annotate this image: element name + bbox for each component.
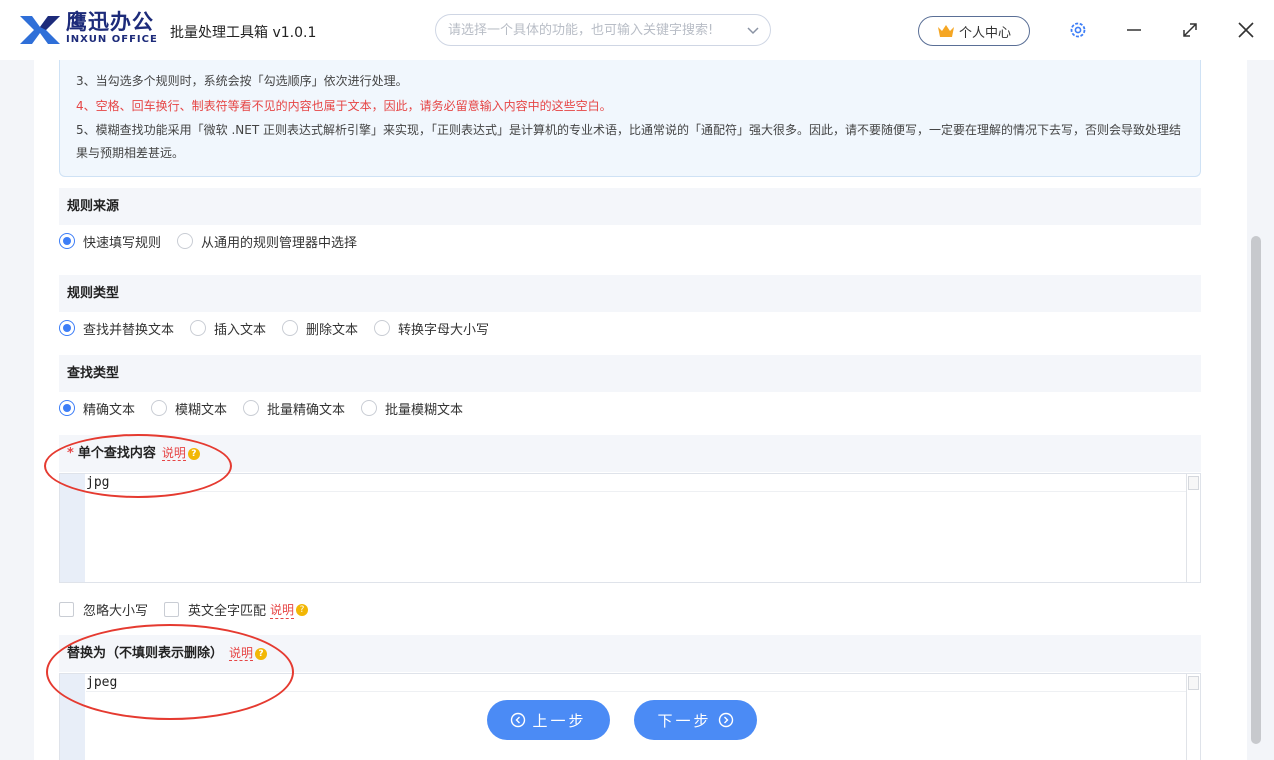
search-input[interactable] xyxy=(448,15,738,45)
checkbox-box[interactable] xyxy=(59,602,74,617)
rule-source-options: 快速填写规则 从通用的规则管理器中选择 xyxy=(59,231,373,251)
radio-checked[interactable] xyxy=(59,400,75,416)
page-scrollbar-thumb[interactable] xyxy=(1251,236,1261,744)
note-4: 4、空格、回车换行、制表符等看不见的内容也属于文本，因此，请务必留意输入内容中的… xyxy=(76,99,612,113)
editor-scrollbar[interactable] xyxy=(1186,674,1200,760)
radio-checked[interactable] xyxy=(59,320,75,336)
radio-label: 模糊文本 xyxy=(175,402,228,418)
radio-rule-manager[interactable]: 从通用的规则管理器中选择 xyxy=(177,232,357,251)
next-step-button[interactable]: 下一步 xyxy=(634,700,757,740)
radio-batch-fuzzy[interactable]: 批量模糊文本 xyxy=(361,399,463,418)
radio-find-replace[interactable]: 查找并替换文本 xyxy=(59,319,174,338)
radio-unchecked[interactable] xyxy=(374,320,391,336)
radio-checked[interactable] xyxy=(59,233,75,249)
find-type-heading: 查找类型 xyxy=(59,355,1201,392)
user-center-button[interactable]: 个人中心 xyxy=(918,16,1030,46)
chevron-down-icon[interactable] xyxy=(746,23,760,37)
brand: 鹰迅办公 INXUN OFFICE xyxy=(66,10,158,46)
close-icon[interactable] xyxy=(1236,20,1256,40)
radio-label: 精确文本 xyxy=(83,402,136,418)
note-3: 3、当勾选多个规则时，系统会按「勾选顺序」依次进行处理。 xyxy=(76,74,408,88)
brand-name-en: INXUN OFFICE xyxy=(66,34,158,45)
user-center-label: 个人中心 xyxy=(958,25,1011,41)
arrow-left-circle-icon xyxy=(511,712,526,728)
checkbox-ignore-case[interactable]: 忽略大小写 xyxy=(59,600,148,619)
note-5-cont: 果与预期相差甚远。 xyxy=(76,146,185,160)
editor-scrollbar[interactable] xyxy=(1186,474,1200,582)
scrollbar-button[interactable] xyxy=(1188,476,1199,490)
radio-insert-text[interactable]: 插入文本 xyxy=(190,319,266,338)
next-step-label: 下一步 xyxy=(657,711,712,730)
radio-label: 从通用的规则管理器中选择 xyxy=(201,235,358,251)
rule-type-options: 查找并替换文本 插入文本 删除文本 转换字母大小写 xyxy=(59,318,505,338)
radio-fuzzy-text[interactable]: 模糊文本 xyxy=(151,399,227,418)
prev-step-label: 上一步 xyxy=(532,711,587,730)
notes-box: 3、当勾选多个规则时，系统会按「勾选顺序」依次进行处理。 4、空格、回车换行、制… xyxy=(59,60,1201,177)
find-content-editor[interactable]: jpg xyxy=(59,473,1201,583)
prev-step-button[interactable]: 上一步 xyxy=(487,700,610,740)
radio-unchecked[interactable] xyxy=(361,400,378,416)
radio-unchecked[interactable] xyxy=(177,233,194,249)
checkbox-label: 忽略大小写 xyxy=(83,604,149,619)
radio-batch-exact[interactable]: 批量精确文本 xyxy=(243,399,345,418)
radio-exact-text[interactable]: 精确文本 xyxy=(59,399,135,418)
help-link[interactable]: 说明 xyxy=(270,601,295,619)
radio-quick-rule[interactable]: 快速填写规则 xyxy=(59,232,161,251)
find-content-value[interactable]: jpg xyxy=(86,474,1186,492)
help-icon[interactable]: ? xyxy=(296,603,309,616)
note-5: 5、模糊查找功能采用「微软 .NET 正则表达式解析引擎」来实现，「正则表达式」… xyxy=(76,123,1181,137)
brand-name: 鹰迅办公 xyxy=(66,10,154,34)
radio-delete-text[interactable]: 删除文本 xyxy=(282,319,358,338)
settings-icon[interactable] xyxy=(1068,20,1088,40)
rule-source-heading: 规则来源 xyxy=(59,188,1201,225)
arrow-right-circle-icon xyxy=(718,712,733,728)
checkbox-whole-word[interactable]: 英文全字匹配 xyxy=(164,600,266,619)
title-bar: 鹰迅办公 INXUN OFFICE 批量处理工具箱 v1.0.1 个人中心 xyxy=(0,0,1274,60)
annotation-circle-find xyxy=(44,434,232,498)
minimize-icon[interactable] xyxy=(1124,20,1144,40)
radio-unchecked[interactable] xyxy=(151,400,168,416)
annotation-circle-replace xyxy=(46,624,294,720)
radio-label: 查找并替换文本 xyxy=(83,322,175,338)
function-search[interactable] xyxy=(435,14,771,46)
radio-label: 转换字母大小写 xyxy=(398,322,490,338)
radio-label: 删除文本 xyxy=(306,322,359,338)
find-type-options: 精确文本 模糊文本 批量精确文本 批量模糊文本 xyxy=(59,398,479,418)
checkbox-label: 英文全字匹配 xyxy=(188,604,267,619)
match-options: 忽略大小写 英文全字匹配 说明? xyxy=(59,600,309,619)
radio-label: 批量模糊文本 xyxy=(385,402,464,418)
radio-label: 插入文本 xyxy=(214,322,267,338)
radio-unchecked[interactable] xyxy=(282,320,299,336)
maximize-icon[interactable] xyxy=(1180,20,1200,40)
scrollbar-button[interactable] xyxy=(1188,676,1199,690)
radio-convert-case[interactable]: 转换字母大小写 xyxy=(374,319,489,338)
radio-unchecked[interactable] xyxy=(243,400,260,416)
radio-label: 快速填写规则 xyxy=(83,235,162,251)
checkbox-box[interactable] xyxy=(164,602,180,617)
app-title: 批量处理工具箱 v1.0.1 xyxy=(170,25,317,41)
radio-label: 批量精确文本 xyxy=(267,402,346,418)
rule-type-heading: 规则类型 xyxy=(59,275,1201,312)
crown-icon xyxy=(937,25,954,37)
app-logo-icon xyxy=(20,16,60,44)
radio-unchecked[interactable] xyxy=(190,320,207,336)
